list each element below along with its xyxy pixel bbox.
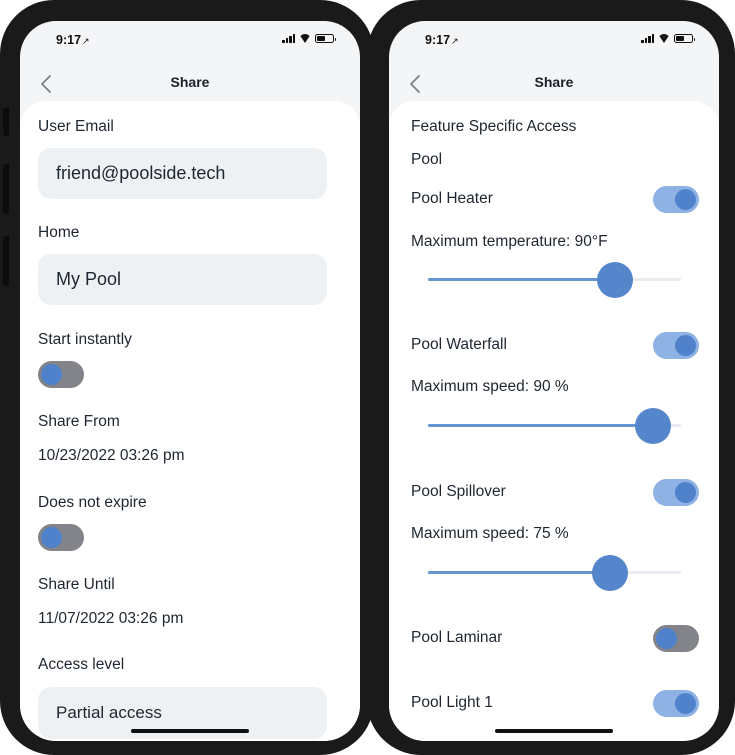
slider-fill xyxy=(428,424,654,427)
feature-name: Pool Spillover xyxy=(411,483,506,500)
slider-thumb[interactable] xyxy=(635,408,672,444)
toggle-knob xyxy=(675,693,696,714)
mute-switch xyxy=(3,108,9,136)
screen-right: 9:17↗ Share Feature Specific Access Pool… xyxy=(389,21,719,741)
battery-icon xyxy=(674,34,695,43)
status-bar: 9:17↗ xyxy=(389,21,719,61)
pool-heater-toggle[interactable] xyxy=(653,186,699,213)
status-bar: 9:17↗ xyxy=(20,21,360,61)
feature-name: Pool Heater xyxy=(411,190,493,207)
pool-spillover-toggle[interactable] xyxy=(653,479,699,506)
page-title: Share xyxy=(170,74,210,90)
toggle-knob xyxy=(675,189,696,210)
toggle-knob xyxy=(41,364,62,385)
toggle-knob xyxy=(675,482,696,503)
home-indicator xyxy=(131,729,249,733)
does-not-expire-label: Does not expire xyxy=(38,494,147,511)
nav-bar: Share xyxy=(20,69,360,99)
feature-name: Pool Waterfall xyxy=(411,336,507,353)
section-title: Feature Specific Access xyxy=(411,118,577,135)
slider-fill xyxy=(428,278,616,281)
toggle-knob xyxy=(656,628,677,649)
nav-bar: Share xyxy=(389,69,719,99)
home-label: Home xyxy=(38,224,80,241)
status-time: 9:17↗ xyxy=(56,33,90,47)
status-time: 9:17↗ xyxy=(425,33,459,47)
pool-waterfall-toggle[interactable] xyxy=(653,332,699,359)
battery-icon xyxy=(315,34,336,43)
page-title: Share xyxy=(534,74,574,90)
share-form: User Email friend@poolside.tech Home My … xyxy=(20,101,360,741)
cellular-signal-icon xyxy=(641,34,654,43)
pool-light-1-toggle[interactable] xyxy=(653,690,699,717)
limit-label: Maximum speed: 90 % xyxy=(411,378,569,395)
toggle-knob xyxy=(41,527,62,548)
limit-label: Maximum speed: 75 % xyxy=(411,525,569,542)
slider-thumb[interactable] xyxy=(597,262,634,298)
does-not-expire-toggle[interactable] xyxy=(38,524,84,551)
pool-spillover-slider[interactable] xyxy=(428,553,681,593)
access-level-label: Access level xyxy=(38,656,125,673)
share-from-label: Share From xyxy=(38,413,120,430)
home-indicator xyxy=(495,729,613,733)
phone-right: 9:17↗ Share Feature Specific Access Pool… xyxy=(367,0,735,755)
share-from-value[interactable]: 10/23/2022 03:26 pm xyxy=(38,447,185,465)
group-title: Pool xyxy=(411,151,443,168)
cellular-signal-icon xyxy=(282,34,295,43)
slider-fill xyxy=(428,571,611,574)
start-instantly-label: Start instantly xyxy=(38,331,132,348)
wifi-icon xyxy=(299,34,311,43)
volume-down-button xyxy=(3,236,9,286)
user-email-field[interactable]: friend@poolside.tech xyxy=(38,148,327,199)
feature-name: Pool Light 1 xyxy=(411,694,493,711)
pool-heater-slider[interactable] xyxy=(428,260,681,300)
share-until-label: Share Until xyxy=(38,576,115,593)
location-arrow-icon: ↗ xyxy=(451,36,459,46)
home-field[interactable]: My Pool xyxy=(38,254,327,305)
volume-up-button xyxy=(3,164,9,214)
location-arrow-icon: ↗ xyxy=(82,36,90,46)
limit-label: Maximum temperature: 90°F xyxy=(411,233,608,250)
feature-name: Pool Laminar xyxy=(411,629,503,646)
phone-left: 9:17↗ Share User Email friend@poolside.t… xyxy=(0,0,374,755)
user-email-label: User Email xyxy=(38,118,114,135)
wifi-icon xyxy=(658,34,670,43)
slider-thumb[interactable] xyxy=(592,555,629,591)
pool-laminar-toggle[interactable] xyxy=(653,625,699,652)
share-until-value[interactable]: 11/07/2022 03:26 pm xyxy=(38,610,183,628)
toggle-knob xyxy=(675,335,696,356)
feature-access-list: Feature Specific Access Pool Pool Heater… xyxy=(389,101,719,741)
start-instantly-toggle[interactable] xyxy=(38,361,84,388)
pool-waterfall-slider[interactable] xyxy=(428,406,681,446)
screen-left: 9:17↗ Share User Email friend@poolside.t… xyxy=(20,21,360,741)
